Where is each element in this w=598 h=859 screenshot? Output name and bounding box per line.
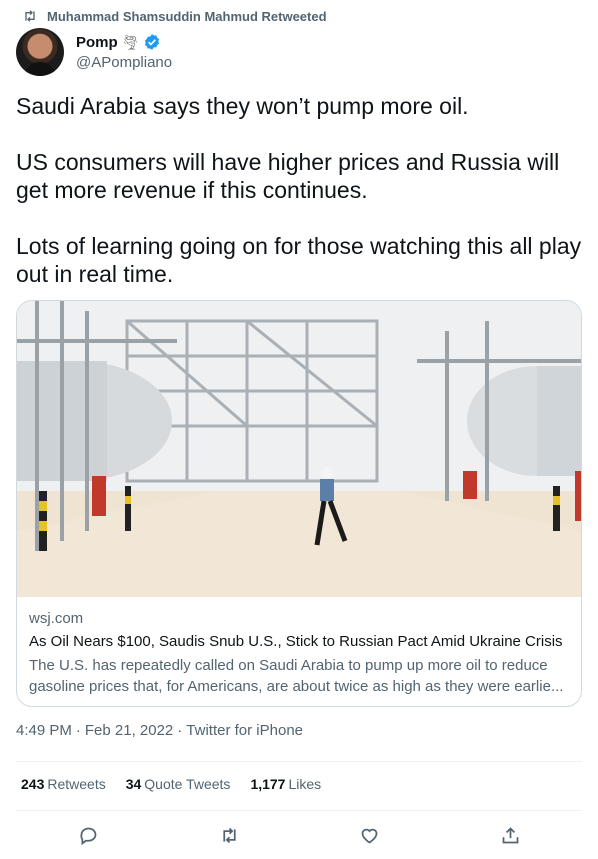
- divider: [16, 810, 582, 811]
- tweet-text: Saudi Arabia says they won’t pump more o…: [16, 92, 582, 316]
- retweet-button[interactable]: [216, 822, 242, 848]
- verified-badge-icon: [145, 34, 160, 50]
- avatar[interactable]: [16, 28, 64, 76]
- card-description: The U.S. has repeatedly called on Saudi …: [29, 657, 564, 695]
- retweets-stat[interactable]: 243 Retweets: [21, 776, 106, 792]
- like-icon: [361, 828, 377, 844]
- tweet-date[interactable]: Feb 21, 2022: [85, 722, 173, 739]
- share-button[interactable]: [497, 822, 523, 848]
- card-image: [17, 301, 581, 597]
- separator-dot: ·: [75, 722, 81, 739]
- retweet-context-label: Muhammad Shamsuddin Mahmud Retweeted: [47, 8, 327, 24]
- likes-stat[interactable]: 1,177 Likes: [250, 776, 321, 792]
- tornado-emoji: 🌪: [121, 33, 140, 50]
- tweet-time[interactable]: 4:49 PM: [16, 722, 72, 739]
- tweet-paragraph: Lots of learning going on for those watc…: [16, 233, 582, 287]
- card-domain: wsj.com: [29, 610, 84, 627]
- link-card[interactable]: wsj.com As Oil Nears $100, Saudis Snub U…: [16, 300, 582, 707]
- tweet-paragraph: US consumers will have higher prices and…: [16, 149, 560, 203]
- quote-tweets-stat[interactable]: 34 Quote Tweets: [126, 776, 231, 792]
- engagement-stats: 243 Retweets 34 Quote Tweets 1,177 Likes: [21, 776, 321, 792]
- tweet-timestamp[interactable]: 4:49 PM · Feb 21, 2022 · Twitter for iPh…: [16, 722, 303, 739]
- author-handle[interactable]: @APompliano: [76, 54, 172, 71]
- reply-icon: [79, 827, 96, 845]
- divider: [16, 761, 582, 762]
- retweet-context[interactable]: Muhammad Shamsuddin Mahmud Retweeted: [22, 8, 327, 24]
- retweet-icon: [222, 827, 236, 843]
- like-button[interactable]: [356, 822, 382, 848]
- separator-dot: ·: [177, 722, 183, 739]
- share-icon: [502, 826, 518, 843]
- action-bar: [0, 822, 598, 850]
- reply-button[interactable]: [75, 822, 101, 848]
- tweet-source[interactable]: Twitter for iPhone: [186, 722, 303, 739]
- card-title: As Oil Nears $100, Saudis Snub U.S., Sti…: [29, 633, 563, 650]
- author-name[interactable]: Pomp: [76, 34, 118, 51]
- tweet-paragraph: Saudi Arabia says they won’t pump more o…: [16, 93, 469, 119]
- retweet-icon: [25, 10, 35, 22]
